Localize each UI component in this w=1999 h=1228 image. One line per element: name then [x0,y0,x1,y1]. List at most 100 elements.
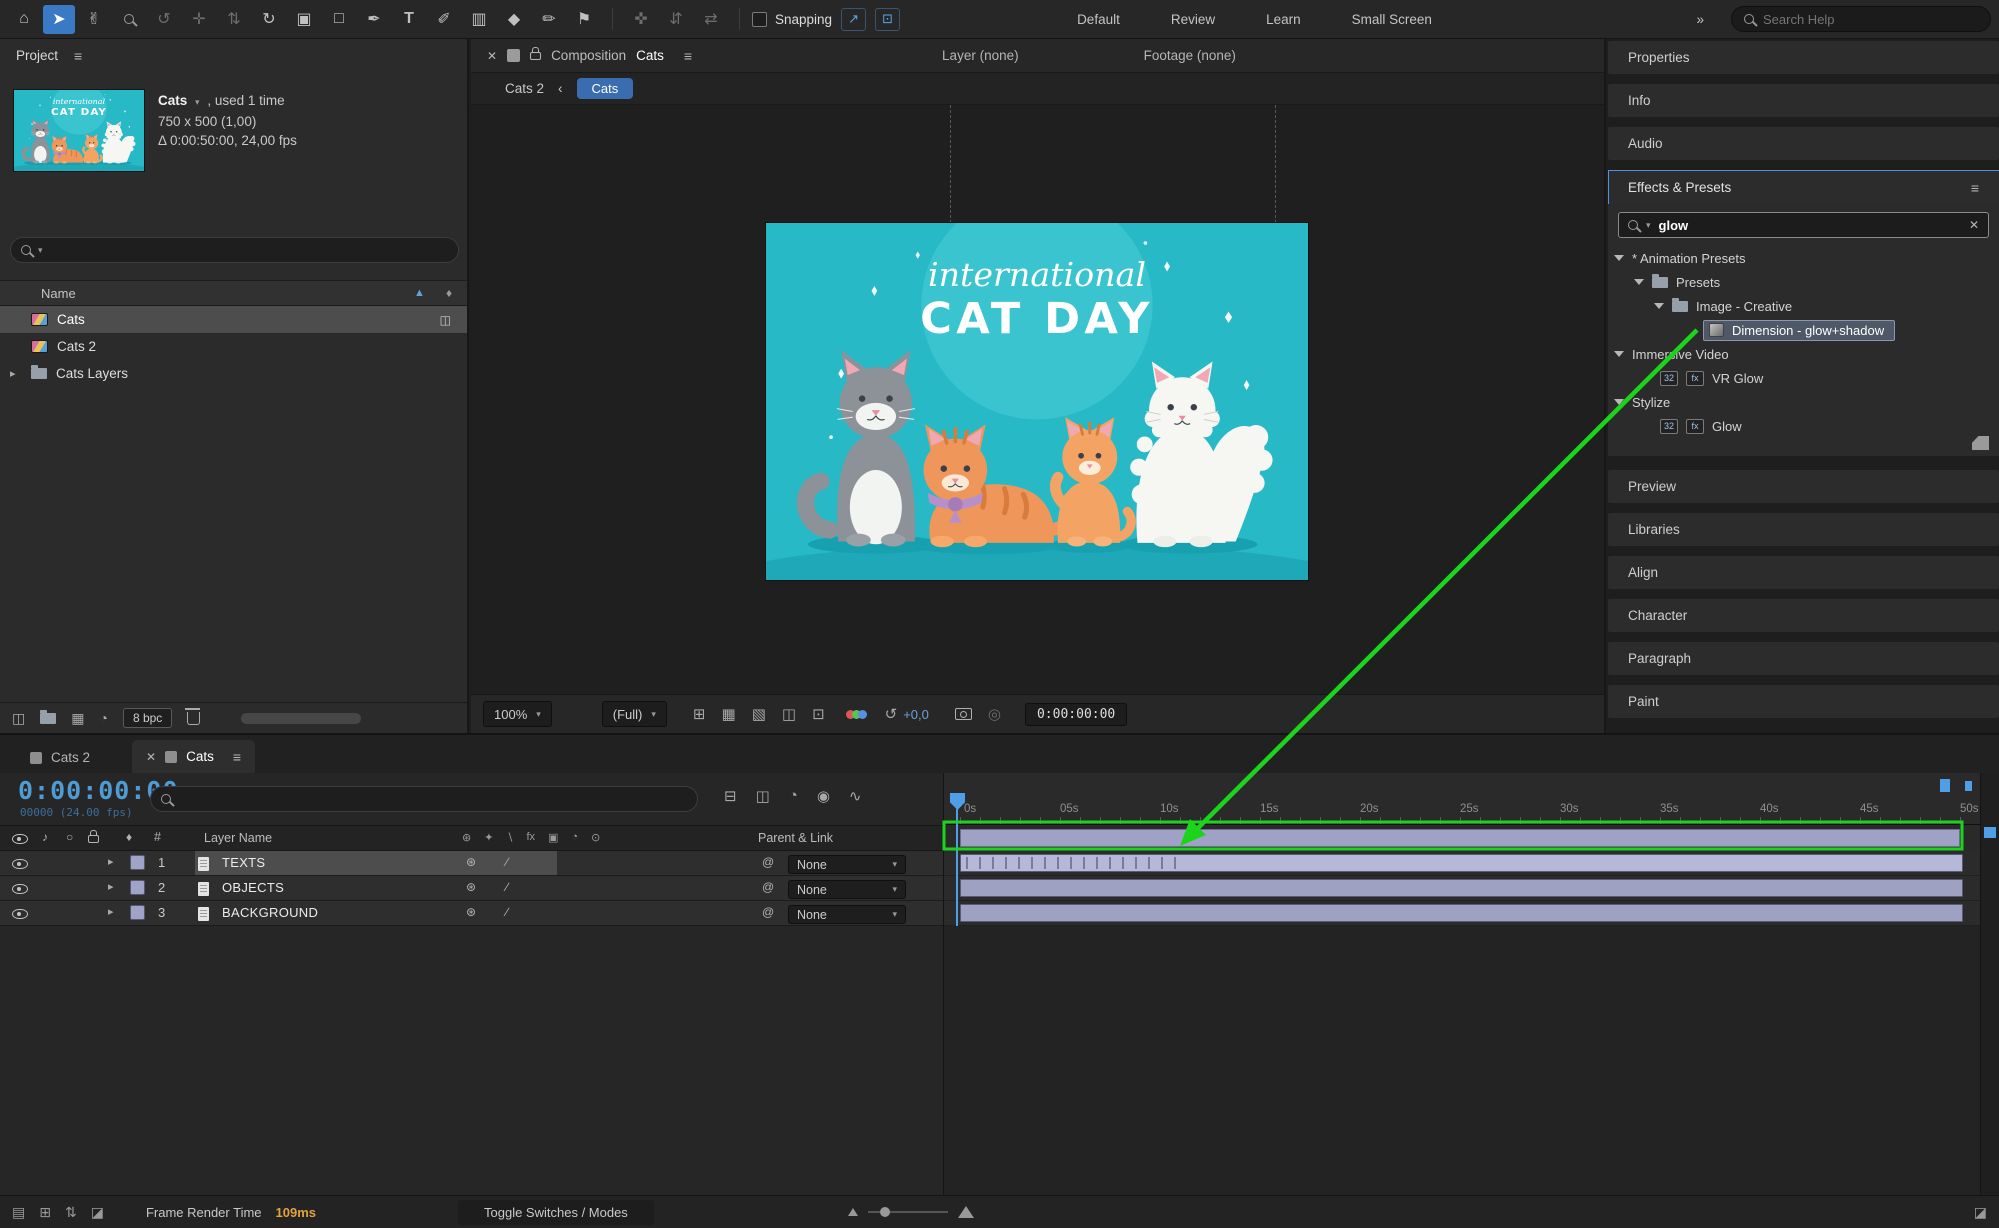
timeline-zoom-control[interactable] [848,1206,974,1218]
effects-presets-header[interactable]: Effects & Presets ≡ [1608,171,1999,204]
new-composition-icon[interactable]: ▦ [71,710,84,727]
collapse-switch-icon[interactable]: ⊛ [466,855,476,869]
motion-blur-icon[interactable]: ◉ [817,787,830,805]
snapping-toggle[interactable]: Snapping [752,12,832,27]
panel-menu-icon[interactable]: ≡ [1971,180,1979,196]
axis-mode-view-button[interactable]: ⇄ [695,5,727,34]
parent-dropdown[interactable]: None ▾ [788,855,906,874]
close-tab-icon[interactable]: ✕ [487,49,497,63]
layer-bar-objects[interactable] [960,879,1963,897]
layer-color-label[interactable] [130,880,145,895]
close-tab-icon[interactable]: ✕ [146,750,156,764]
render-time-icon[interactable]: ◪ [91,1204,104,1221]
footage-viewer-tab[interactable]: Footage (none) [1144,48,1236,63]
snap-box-button[interactable]: ⊡ [875,8,900,31]
panel-paint[interactable]: Paint [1608,685,1999,718]
layer-row-background[interactable]: ▸ 3 BACKGROUND ⊛ ∕ @ None ▾ [0,901,943,926]
twirl-open-icon[interactable] [1654,303,1664,309]
workspace-tab-review[interactable]: Review [1147,12,1239,27]
name-column-header[interactable]: Name [41,286,76,301]
clone-stamp-tool-button[interactable]: ▥ [463,5,495,34]
mask-visibility-icon[interactable]: ▧ [752,705,766,723]
search-options-caret-icon[interactable]: ▾ [1646,220,1651,231]
zoom-tool-button[interactable] [113,5,145,34]
roto-brush-tool-button[interactable]: ✏ [533,5,565,34]
tree-animation-presets[interactable]: * Animation Presets [1608,246,1999,270]
composition-viewer[interactable] [471,105,1604,694]
axis-mode-world-button[interactable]: ⇵ [660,5,692,34]
brush-tool-button[interactable]: ✐ [428,5,460,34]
twirl-open-icon[interactable] [1614,399,1624,405]
video-column-icon[interactable] [12,834,28,844]
panel-paragraph[interactable]: Paragraph [1608,642,1999,675]
comp-family-icon[interactable]: ▤ [12,1204,25,1221]
audio-column-icon[interactable]: ♪ [42,830,48,844]
panel-libraries[interactable]: Libraries [1608,513,1999,546]
tree-stylize[interactable]: Stylize [1608,390,1999,414]
puppet-pin-tool-button[interactable]: ⚑ [568,5,600,34]
delete-icon[interactable] [187,712,200,725]
panel-menu-icon[interactable]: ≡ [684,48,692,64]
panel-audio[interactable]: Audio [1608,127,1999,160]
project-flowchart-icon[interactable]: ◫ [12,710,25,727]
hand-tool-button[interactable]: ✌ [78,5,110,34]
lock-column-icon[interactable] [88,835,99,843]
exposure-reset-icon[interactable]: ↺ [885,705,898,723]
motion-blur-column-icon[interactable]: ◔ [571,831,578,844]
effects-search-input[interactable] [1659,218,1961,233]
shy-layers-icon[interactable]: ◔ [789,787,798,805]
timeline-tab-cats2[interactable]: Cats 2 [30,750,90,765]
channel-icon[interactable] [849,710,867,719]
panel-align[interactable]: Align [1608,556,1999,589]
collapse-switch-icon[interactable]: ⊛ [466,905,476,919]
snapshot-camera-icon[interactable] [955,708,972,720]
layer-visibility-toggle[interactable] [12,859,28,869]
work-area-end-marker[interactable] [1940,779,1950,792]
3d-layer-column-icon[interactable]: ⊙ [591,831,600,844]
collapse-transformations-icon[interactable]: ⊛ [462,831,471,844]
quality-switch-icon[interactable]: ∕ [506,905,508,919]
used-indicator-icon[interactable]: ◫ [440,313,451,327]
parent-dropdown[interactable]: None ▾ [788,905,906,924]
parent-link-column-header[interactable]: Parent & Link [758,831,833,845]
layer-visibility-toggle[interactable] [12,884,28,894]
effects-column-icon[interactable]: fx [526,831,535,844]
lock-icon[interactable] [530,52,541,60]
workspace-tab-small-screen[interactable]: Small Screen [1328,12,1456,27]
zoom-slider-track[interactable] [868,1211,948,1213]
layer-viewer-tab[interactable]: Layer (none) [942,48,1019,63]
pickwhip-icon[interactable]: @ [762,855,774,869]
tree-vr-glow[interactable]: 32 fx VR Glow [1608,366,1999,390]
breadcrumb-parent[interactable]: Cats 2 [505,81,544,96]
twirl-open-icon[interactable] [1614,351,1624,357]
region-of-interest-icon[interactable]: ⊞ [693,705,706,723]
project-row-cats-layers[interactable]: ▸ Cats Layers [0,360,467,387]
project-search-input[interactable] [50,243,448,258]
home-tool-button[interactable]: ⌂ [8,5,40,34]
adjustment-column-icon[interactable]: ▣ [548,831,558,844]
project-row-cats2[interactable]: Cats 2 [0,333,467,360]
snapping-checkbox[interactable] [752,12,767,27]
help-search-input[interactable] [1763,12,1978,27]
workspace-tab-default[interactable]: Default [1053,12,1144,27]
graph-editor-icon[interactable]: ∿ [849,787,862,805]
workspace-overflow-button[interactable]: » [1672,12,1728,27]
parent-dropdown[interactable]: None ▾ [788,880,906,899]
timeline-options-icon[interactable]: ◪ [1974,1204,1987,1221]
chevron-down-icon[interactable]: ▾ [195,97,200,107]
tree-image-creative-folder[interactable]: Image - Creative [1608,294,1999,318]
safe-margins-icon[interactable]: ⊡ [812,705,825,723]
new-folder-icon[interactable] [40,713,56,724]
composition-tab-name[interactable]: Cats [636,48,664,63]
snap-angle-button[interactable]: ↗ [841,8,866,31]
orbit-camera-tool-button[interactable]: ↺ [148,5,180,34]
axis-mode-local-button[interactable]: ✜ [625,5,657,34]
twirl-open-icon[interactable] [1634,279,1644,285]
layer-row-objects[interactable]: ▸ 2 OBJECTS ⊛ ∕ @ None ▾ [0,876,943,901]
resolution-dropdown[interactable]: (Full) ▾ [602,701,667,727]
quality-column-icon[interactable]: ✦ [484,831,493,844]
panel-menu-icon[interactable]: ≡ [74,48,82,64]
preset-dimension-glow-shadow[interactable]: Dimension - glow+shadow [1704,321,1894,340]
composition-mini-flowchart-icon[interactable]: ⊟ [724,787,737,805]
panel-character[interactable]: Character [1608,599,1999,632]
